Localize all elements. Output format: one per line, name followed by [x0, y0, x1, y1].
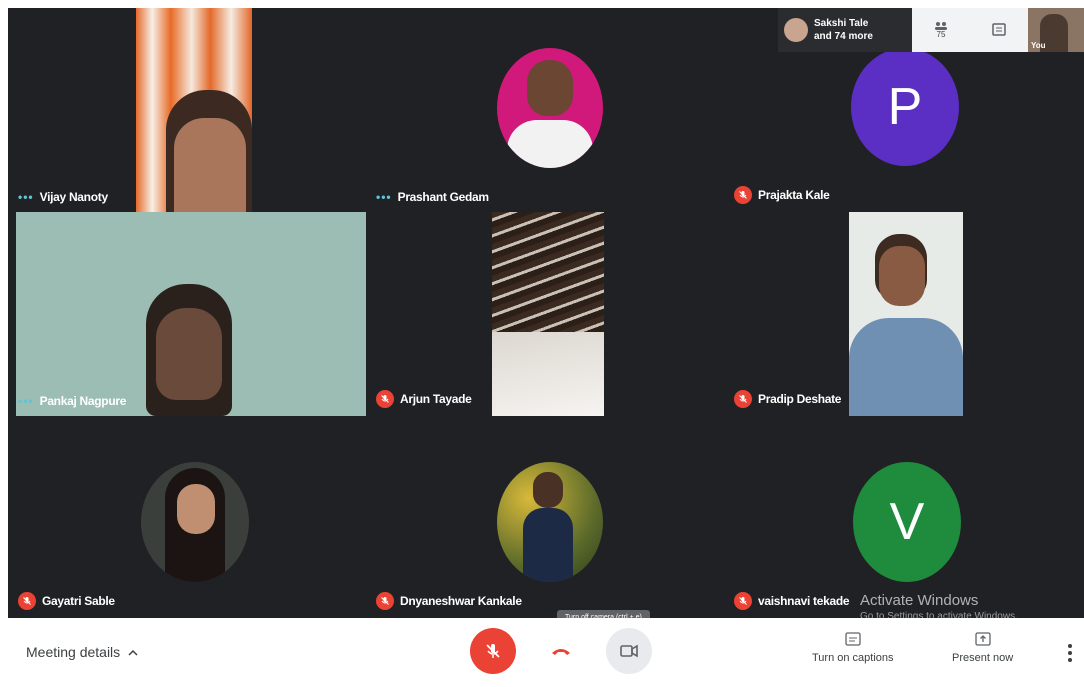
participant-name: Pradip Deshate [758, 392, 842, 406]
mic-off-icon [486, 644, 500, 658]
chevron-up-icon [128, 649, 138, 656]
microphone-toggle-button[interactable] [470, 628, 516, 674]
participant-name: Pankaj Nagpure [39, 394, 127, 408]
participant-name-row: Prajakta Kale [734, 186, 830, 204]
participant-more: and 74 more [814, 31, 873, 42]
video-feed [136, 8, 252, 212]
mic-off-icon [376, 390, 394, 408]
participant-name-row: Gayatri Sable [18, 592, 115, 610]
chat-button[interactable] [970, 8, 1028, 52]
captions-icon [845, 632, 861, 646]
meeting-details-button[interactable]: Meeting details [26, 644, 138, 660]
participant-tile-vaishnavi-tekade[interactable]: V vaishnavi tekade [724, 416, 1084, 618]
participant-name: Sakshi Tale [814, 18, 869, 29]
participant-name: Vijay Nanoty [39, 190, 109, 204]
mic-off-icon [18, 592, 36, 610]
participant-name: Prajakta Kale [758, 188, 830, 202]
participant-tile-pradip-deshate[interactable]: Pradip Deshate [724, 212, 1084, 416]
participant-tile-prashant-gedam[interactable]: ••• Prashant Gedam [366, 8, 724, 212]
more-vert-icon [1068, 644, 1072, 648]
people-icon: 75 [934, 21, 948, 39]
mic-off-icon [734, 390, 752, 408]
speaking-indicator-icon: ••• [18, 394, 34, 408]
avatar [497, 462, 603, 582]
chat-icon [992, 23, 1006, 36]
hang-up-icon [552, 649, 570, 655]
top-right-toolbar: Sakshi Tale and 74 more 75 You [778, 8, 1084, 52]
meeting-grid: ••• Vijay Nanoty ••• Prashant Gedam P Pr… [8, 8, 1084, 618]
participant-tile-vijay-nanoty[interactable]: ••• Vijay Nanoty [8, 8, 366, 212]
participants-summary[interactable]: Sakshi Tale and 74 more [778, 8, 912, 52]
participant-count: 75 [936, 30, 946, 39]
avatar [141, 462, 249, 582]
more-options-button[interactable] [1068, 644, 1072, 662]
meeting-details-label: Meeting details [26, 644, 121, 660]
people-button[interactable]: 75 [912, 8, 970, 52]
video-feed [849, 212, 963, 416]
participant-name-row: vaishnavi tekade [734, 592, 850, 610]
participant-tile-gayatri-sable[interactable]: Gayatri Sable [8, 416, 366, 618]
more-vert-icon-dot [1068, 651, 1072, 655]
camera-toggle-button[interactable] [606, 628, 652, 674]
participant-name-row: ••• Prashant Gedam [376, 190, 489, 204]
leave-call-button[interactable] [538, 628, 584, 674]
video-feed [16, 212, 366, 416]
avatar-letter: P [887, 78, 923, 136]
mic-off-icon [734, 592, 752, 610]
participant-tile-dnyaneshwar-kankale[interactable]: Dnyaneshwar Kankale [366, 416, 724, 618]
people-glyph [935, 22, 947, 30]
bottom-control-bar: Meeting details Turn on captions Present… [0, 618, 1084, 687]
present-label: Present now [952, 652, 1014, 664]
more-vert-icon-dot [1068, 658, 1072, 662]
participant-name-row: ••• Vijay Nanoty [18, 190, 108, 204]
participant-name: vaishnavi tekade [758, 594, 850, 608]
participant-name-row: ••• Pankaj Nagpure [18, 394, 126, 408]
self-label: You [1031, 41, 1046, 50]
speaking-indicator-icon: ••• [376, 190, 392, 204]
present-icon [974, 632, 991, 646]
camera-icon [620, 644, 638, 658]
avatar [784, 18, 808, 42]
captions-button[interactable]: Turn on captions [812, 632, 894, 664]
video-feed [492, 212, 604, 416]
participant-name: Dnyaneshwar Kankale [400, 594, 522, 608]
participant-name-row: Dnyaneshwar Kankale [376, 592, 522, 610]
participant-name: Gayatri Sable [42, 594, 115, 608]
captions-label: Turn on captions [812, 652, 894, 664]
avatar: P [851, 48, 959, 166]
participant-tile-pankaj-nagpure[interactable]: ••• Pankaj Nagpure [8, 212, 366, 416]
mic-off-icon [376, 592, 394, 610]
avatar-letter: V [889, 493, 925, 551]
call-controls [470, 628, 652, 674]
avatar [497, 48, 603, 168]
participant-name-row: Pradip Deshate [734, 390, 841, 408]
participants-summary-text: Sakshi Tale and 74 more [814, 17, 873, 43]
self-view[interactable]: You [1028, 8, 1084, 52]
participant-name-row: Arjun Tayade [376, 390, 472, 408]
avatar: V [853, 462, 961, 582]
participant-name: Arjun Tayade [400, 392, 472, 406]
speaking-indicator-icon: ••• [18, 190, 34, 204]
mic-off-icon [734, 186, 752, 204]
participant-tile-arjun-tayade[interactable]: Arjun Tayade [366, 212, 724, 416]
present-now-button[interactable]: Present now [952, 632, 1013, 664]
watermark-title: Activate Windows [860, 592, 979, 609]
participant-name: Prashant Gedam [397, 190, 489, 204]
